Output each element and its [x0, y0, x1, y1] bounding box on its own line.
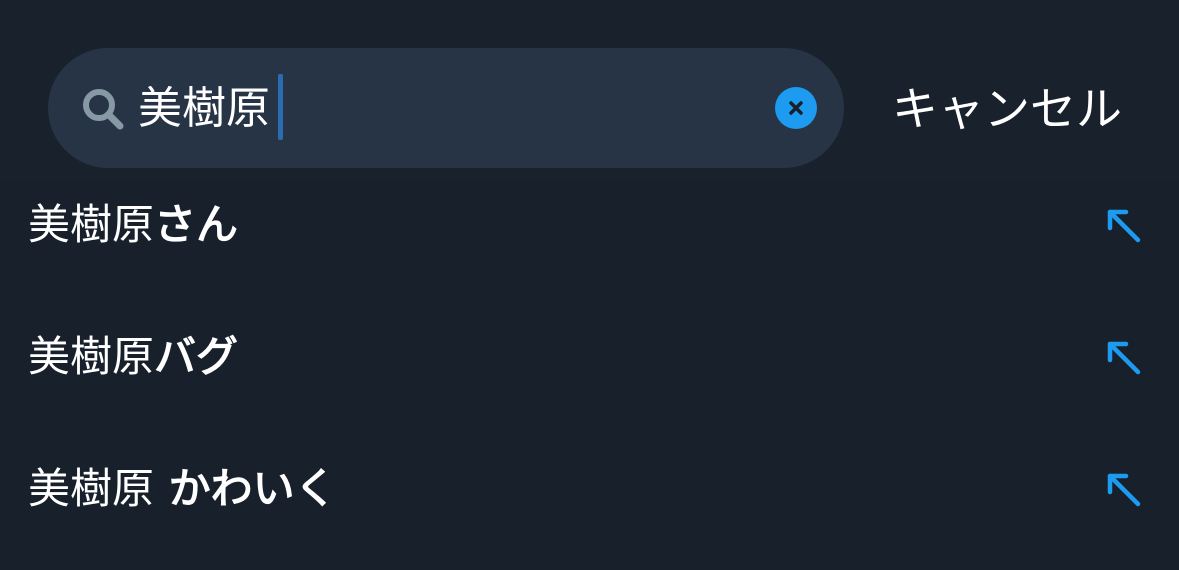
suggestion-completion-text: バグ [154, 332, 239, 381]
suggestion-typed-text: 美樹原 [28, 332, 155, 381]
suggestion-text: 美樹原バグ [28, 324, 238, 390]
suggestion-completion-text: かわいく [154, 464, 337, 513]
arrow-up-left-icon[interactable] [1102, 468, 1144, 510]
suggestion-list: 美樹原さん 美樹原バグ 美樹原 かわいく [0, 180, 1179, 570]
suggestion-item[interactable]: 美樹原さん [0, 180, 1179, 290]
suggestion-item[interactable]: 美樹原バグ [0, 312, 1179, 422]
suggestion-typed-text: 美樹原 [28, 464, 155, 513]
search-icon [83, 89, 124, 130]
cancel-button[interactable]: キャンセル [892, 76, 1122, 142]
clear-search-button[interactable] [775, 87, 817, 129]
search-input[interactable]: 美樹原 [138, 76, 270, 142]
suggestion-typed-text: 美樹原 [28, 200, 155, 249]
suggestion-text: 美樹原 かわいく [28, 456, 337, 522]
suggestion-item[interactable]: 美樹原 かわいく [0, 444, 1179, 554]
arrow-up-left-icon[interactable] [1102, 204, 1144, 246]
suggestion-completion-text: さん [154, 200, 239, 249]
suggestion-text: 美樹原さん [28, 192, 238, 258]
text-caret [278, 74, 283, 140]
clear-x-icon [789, 101, 803, 115]
arrow-up-left-icon[interactable] [1102, 336, 1144, 378]
